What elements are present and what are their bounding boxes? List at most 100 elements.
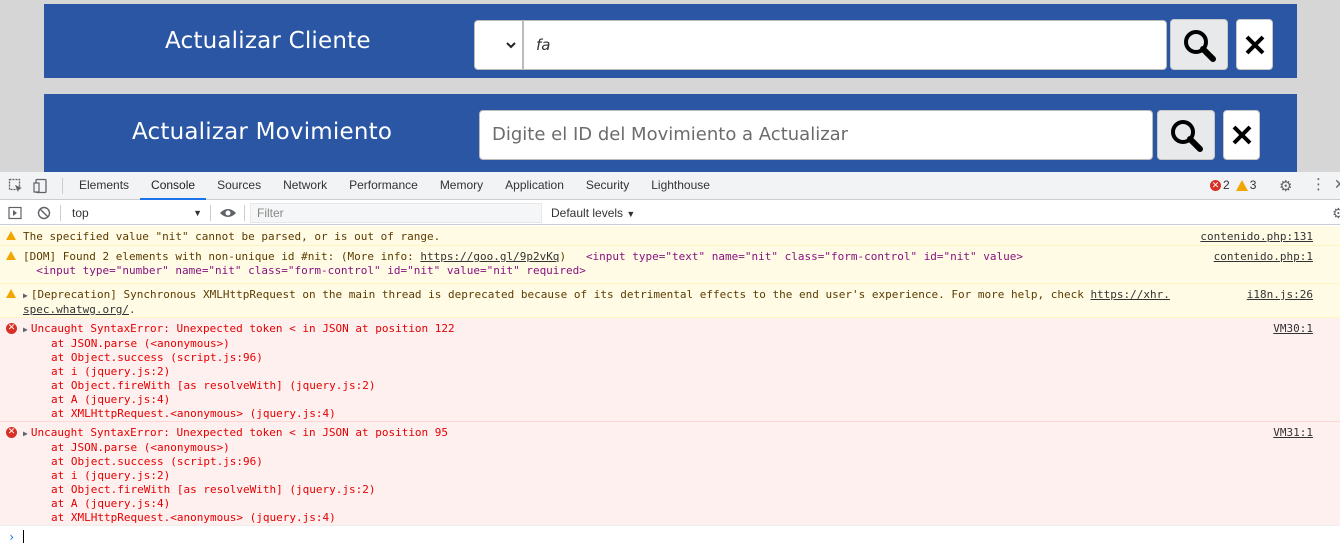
tabbar-divider [62, 178, 63, 194]
stack-frame[interactable]: at XMLHttpRequest.<anonymous> (jquery.js… [23, 407, 336, 420]
chevron-down-icon [506, 38, 516, 52]
prompt-chevron-icon: › [8, 530, 16, 544]
tab-network[interactable]: Network [272, 172, 338, 200]
stack-frame: at JSON.parse (<anonymous>) [51, 337, 230, 350]
message-source-link[interactable]: VM30:1 [1273, 322, 1313, 336]
stack-frame[interactable]: at Object.success (script.js:96) [23, 351, 263, 364]
console-warning: The specified value "nit" cannot be pars… [0, 226, 1340, 246]
message-source-link[interactable]: contenido.php:1 [1214, 250, 1313, 264]
client-search-input[interactable]: fa [523, 20, 1167, 70]
search-icon [1184, 29, 1216, 62]
log-levels-label: Default levels [551, 206, 624, 220]
toolbar-divider [60, 205, 61, 221]
web-page: Actualizar Cliente fa Actualizar Movimie… [0, 0, 1340, 172]
search-type-select[interactable] [474, 20, 523, 70]
error-count: 2 [1223, 178, 1230, 192]
tab-lighthouse[interactable]: Lighthouse [640, 172, 721, 200]
stack-frame[interactable]: at i (jquery.js:2) [23, 365, 170, 378]
close-devtools-icon[interactable]: ✕ [1334, 176, 1340, 193]
expand-arrow-icon[interactable]: ▶ [23, 291, 28, 300]
tab-console[interactable]: Console [140, 172, 207, 200]
console-error: ✕ ▶ Uncaught SyntaxError: Unexpected toke… [0, 422, 1340, 526]
movement-search-button[interactable] [1157, 110, 1215, 160]
message-prefix: [DOM] Found 2 elements with non-unique i… [23, 250, 421, 263]
message-text: ▶ [Deprecation] Synchronous XMLHttpReques… [0, 284, 1340, 319]
live-expression-eye-icon[interactable] [219, 207, 237, 219]
text-cursor [23, 530, 24, 543]
stack-frame[interactable]: at A (jquery.js:4) [23, 497, 170, 510]
tab-security[interactable]: Security [575, 172, 640, 200]
stack-frame[interactable]: at i (jquery.js:2) [23, 469, 170, 482]
sidebar-toggle-icon[interactable] [8, 206, 22, 220]
tab-elements[interactable]: Elements [68, 172, 140, 200]
stack-frame[interactable]: at Object.fireWith [as resolveWith] (jqu… [23, 483, 376, 496]
update-movement-title: Actualizar Movimiento [132, 119, 393, 145]
more-options-icon[interactable]: ⋮ [1311, 176, 1326, 194]
warning-count: 3 [1249, 178, 1257, 192]
expand-arrow-icon[interactable]: ▶ [23, 429, 28, 438]
more-info-link[interactable]: https://goo.gl/9p2vKq [420, 250, 559, 263]
message-text: The specified value "nit" cannot be pars… [23, 230, 441, 243]
tab-performance[interactable]: Performance [338, 172, 429, 200]
expand-arrow-icon[interactable]: ▶ [23, 325, 28, 334]
stack-frame[interactable]: at A (jquery.js:4) [23, 393, 170, 406]
dropdown-arrow-icon: ▼ [193, 208, 202, 218]
message-source-link[interactable]: contenido.php:131 [1200, 230, 1313, 244]
error-text: Uncaught SyntaxError: Unexpected token <… [30, 426, 449, 439]
update-movement-panel: Actualizar Movimiento Digite el ID del M… [44, 94, 1297, 172]
update-client-panel: Actualizar Cliente fa [44, 4, 1297, 78]
client-search-button[interactable] [1170, 19, 1228, 70]
message-source-link[interactable]: VM31:1 [1273, 426, 1313, 440]
stack-frame[interactable]: at XMLHttpRequest.<anonymous> (jquery.js… [23, 511, 336, 524]
message-tail: . [128, 303, 136, 316]
settings-gear-icon[interactable]: ⚙ [1279, 177, 1292, 195]
console-settings-gear-icon[interactable]: ⚙ [1332, 205, 1340, 222]
warning-icon [6, 251, 17, 262]
close-icon [1245, 35, 1264, 54]
issue-counters[interactable]: ✕ 2 3 [1210, 178, 1256, 192]
error-icon: ✕ [6, 323, 17, 334]
tab-application[interactable]: Application [494, 172, 575, 200]
stack-frame[interactable]: at Object.fireWith [as resolveWith] (jqu… [23, 379, 376, 392]
message-suffix: ) [559, 250, 567, 263]
message-text: [DOM] Found 2 elements with non-unique i… [0, 246, 1340, 280]
tab-sources[interactable]: Sources [206, 172, 272, 200]
device-toolbar-icon[interactable] [33, 178, 49, 194]
stack-frame[interactable]: at Object.success (script.js:96) [23, 455, 263, 468]
devtools-panel: Elements Console Sources Network Perform… [0, 172, 1340, 548]
console-toolbar: top ▼ Filter Default levels ▼ ⚙ [0, 201, 1340, 225]
update-client-title: Actualizar Cliente [165, 28, 371, 54]
devtools-tabbar: Elements Console Sources Network Perform… [0, 172, 1340, 200]
xhr-spec-link-part2: spec.whatwg.org/ [23, 303, 129, 316]
devtools-tabs: Elements Console Sources Network Perform… [68, 172, 721, 200]
warning-icon [6, 289, 17, 300]
console-filter-input[interactable]: Filter [250, 203, 542, 223]
clear-console-icon[interactable] [37, 206, 51, 220]
context-selector[interactable]: top ▼ [66, 201, 206, 225]
console-warning: [DOM] Found 2 elements with non-unique i… [0, 246, 1340, 284]
dom-element-2[interactable]: <input type="number" name="nit" class="f… [36, 264, 586, 277]
console-prompt[interactable]: › [0, 525, 1340, 547]
toolbar-divider [244, 205, 245, 221]
context-value: top [72, 206, 89, 220]
warning-icon [1235, 179, 1248, 191]
tab-memory[interactable]: Memory [429, 172, 494, 200]
console-error: ✕ ▶ Uncaught SyntaxError: Unexpected toke… [0, 318, 1340, 422]
close-icon [1232, 125, 1251, 145]
movement-clear-button[interactable] [1223, 110, 1260, 160]
client-clear-button[interactable] [1236, 19, 1273, 70]
console-warning: ▶ [Deprecation] Synchronous XMLHttpReques… [0, 284, 1340, 318]
message-source-link[interactable]: i18n.js:26 [1247, 288, 1313, 302]
toolbar-divider [210, 205, 211, 221]
error-icon: ✕ [1210, 179, 1221, 191]
warning-icon [6, 231, 17, 242]
dom-element-1[interactable]: <input type="text" name="nit" class="for… [586, 250, 1023, 263]
deprecation-text: [Deprecation] Synchronous XMLHttpRequest… [30, 288, 1091, 301]
log-levels-dropdown[interactable]: Default levels ▼ [551, 201, 635, 226]
stack-frame: at JSON.parse (<anonymous>) [51, 441, 230, 454]
inspect-element-icon[interactable] [8, 178, 24, 194]
error-icon: ✕ [6, 427, 17, 438]
movement-search-input[interactable]: Digite el ID del Movimiento a Actualizar [479, 110, 1153, 160]
console-messages: The specified value "nit" cannot be pars… [0, 226, 1340, 526]
search-icon [1171, 120, 1203, 152]
